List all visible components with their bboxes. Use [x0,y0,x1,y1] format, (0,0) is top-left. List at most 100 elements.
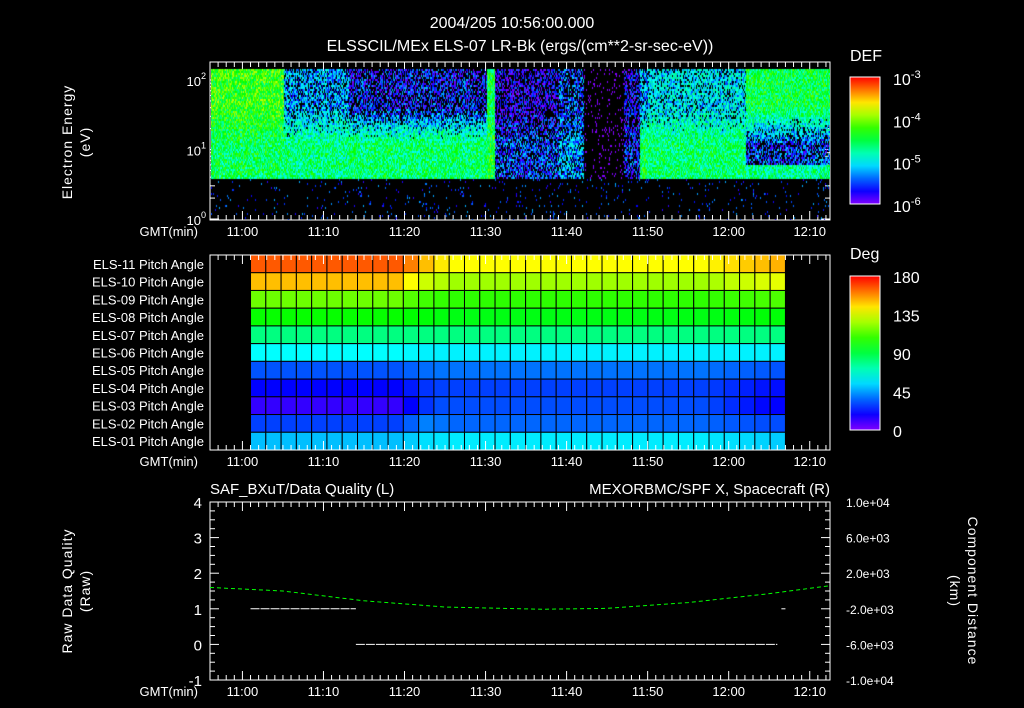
pitch-cell [311,396,328,416]
pitch-cell [433,414,450,433]
pitch-cell [754,360,771,380]
pitch-cell [311,343,328,362]
pitch-cell [479,325,496,345]
pitch-cell [341,289,359,309]
x-tick-label: 11:40 [551,224,583,239]
pitch-cell [586,396,603,416]
colorbar-tick-label: 0 [893,424,902,441]
pitch-cell [708,414,725,433]
pitch-cell [616,431,634,451]
pitch-cell [402,431,420,451]
pitch-cell [525,254,542,274]
left-tick-label: 0 [194,637,202,654]
pitch-cell [372,272,389,291]
pitch-cell [402,414,420,433]
pitch-cell [402,343,420,362]
pitch-cell [570,378,588,398]
pitch-cell [433,343,450,362]
pitch-cell [540,289,557,309]
pitch-cell [693,343,710,362]
pitch-cell [616,343,634,362]
pitch-cell [739,307,756,327]
x-tick-label: 12:10 [793,684,826,699]
pitch-cell [693,414,710,433]
x-tick-label: 11:50 [632,454,664,469]
pitch-cell [372,378,389,398]
pitch-cell [250,360,267,380]
pitch-cell [525,378,542,398]
pitch-cell [479,378,496,398]
pitch-cell [280,414,297,433]
colorbar-label: Deg [850,246,879,263]
pitch-cell [662,378,679,398]
x-tick-label: 11:40 [551,454,583,469]
pitch-cell [494,325,511,345]
pitch-cell [555,360,572,380]
pitch-cell [387,431,404,451]
pitch-cell [311,254,328,274]
pitch-cell [357,396,374,416]
pitch-cell [509,414,527,433]
pitch-cell [265,360,282,380]
pitch-cell [402,307,420,327]
pitch-cell [402,272,420,291]
pitch-cell [754,272,771,291]
pitch-cell [494,431,511,451]
pitch-cell [341,254,359,274]
pitch-cell [739,378,756,398]
pitch-cell [326,343,343,362]
pitch-cell [540,431,557,451]
pitch-cell [754,378,771,398]
x-tick-label: 11:30 [470,684,502,699]
left-tick-label: -1 [189,673,202,690]
pitch-cell [769,272,786,291]
pitch-cell [616,414,634,433]
pitch-cell [586,360,603,380]
pitch-cell [509,272,527,291]
pitch-cell [570,343,588,362]
pitch-cell [739,396,756,416]
pitch-cell [616,254,634,274]
x-tick-label: 12:10 [793,224,826,239]
colorbar-tick-label: 10-6 [893,196,921,216]
row-label: ELS-05 Pitch Angle [92,363,204,378]
pitch-cell [693,307,710,327]
pitch-cell [647,360,664,380]
pitch-cell [723,289,741,309]
pitch-cell [723,360,741,380]
pitch-cell [387,254,404,274]
pitch-cell [586,414,603,433]
pitch-cell [540,360,557,380]
pitch-cell [693,360,710,380]
pitch-cell [448,325,465,345]
pitch-cell [448,343,465,362]
pitch-cell [402,360,420,380]
pitch-cell [632,254,649,274]
pitch-cell [295,414,313,433]
pitch-cell [708,289,725,309]
pitch-cell [586,378,603,398]
row-label: ELS-07 Pitch Angle [92,328,204,343]
pitch-cell [387,343,404,362]
pitch-cell [509,343,527,362]
pitch-cell [723,343,741,362]
x-tick-label: 11:10 [308,224,340,239]
pitch-cell [387,414,404,433]
pitch-cell [494,378,511,398]
colorbar-tick-label: 135 [893,309,920,326]
pitch-cell [509,396,527,416]
pitch-cell [754,431,771,451]
pitch-cell [570,289,588,309]
pitch-cell [754,289,771,309]
spectrogram-image [211,63,830,220]
pitch-cell [601,307,618,327]
pitch-cell [418,307,435,327]
pitch-cell [677,360,695,380]
pitch-cell [601,396,618,416]
pitch-cell [250,325,267,345]
pitch-cell [570,396,588,416]
pitch-cell [586,325,603,345]
colorbar-tick-label: 10-3 [893,69,921,89]
y-tick-label: 100 [186,210,206,228]
pitch-cell [769,289,786,309]
